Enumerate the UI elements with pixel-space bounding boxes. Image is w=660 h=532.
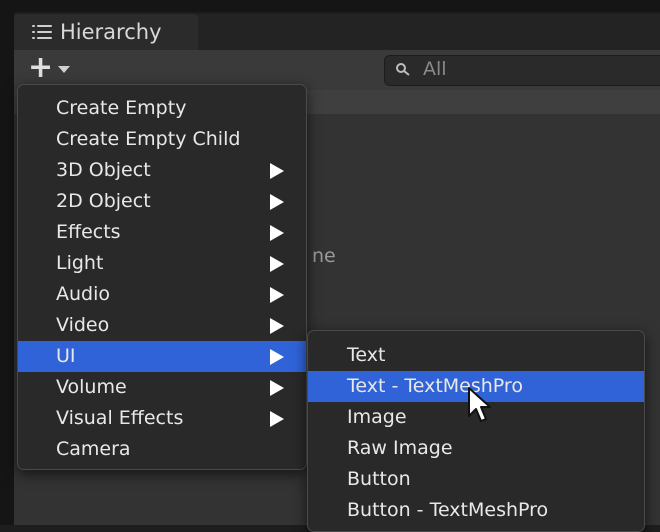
menu-item-2d-object[interactable]: 2D Object — [18, 186, 306, 217]
menu-item-label: Video — [56, 314, 110, 336]
triangle-right-icon — [270, 287, 284, 303]
hierarchy-tab[interactable]: Hierarchy — [14, 14, 198, 50]
caret-down-icon[interactable] — [58, 66, 70, 73]
search-placeholder: All — [423, 58, 447, 80]
menu-item-label: Audio — [56, 283, 111, 305]
submenu-item-button-textmeshpro[interactable]: Button - TextMeshPro — [308, 495, 644, 526]
menu-item-label: 2D Object — [56, 190, 151, 212]
menu-item-camera[interactable]: Camera — [18, 434, 306, 465]
left-gutter — [0, 12, 14, 525]
ui-submenu: Text Text - TextMeshPro Image Raw Image … — [307, 330, 645, 532]
menu-item-label: 3D Object — [56, 159, 151, 181]
submenu-item-label: Button - TextMeshPro — [347, 499, 549, 521]
menu-item-video[interactable]: Video — [18, 310, 306, 341]
triangle-right-icon — [270, 225, 284, 241]
submenu-item-label: Image — [347, 406, 407, 428]
menu-item-audio[interactable]: Audio — [18, 279, 306, 310]
create-menu: Create Empty Create Empty Child 3D Objec… — [17, 84, 307, 470]
menu-item-label: Camera — [56, 438, 131, 460]
menu-item-ui[interactable]: UI — [18, 341, 306, 372]
background-text: ne — [312, 245, 336, 267]
search-input[interactable]: All — [384, 55, 660, 86]
menu-item-volume[interactable]: Volume — [18, 372, 306, 403]
menu-item-3d-object[interactable]: 3D Object — [18, 155, 306, 186]
menu-item-label: Light — [56, 252, 104, 274]
menu-item-label: UI — [56, 345, 76, 367]
mouse-cursor-icon — [468, 387, 491, 422]
menu-item-label: Volume — [56, 376, 127, 398]
submenu-item-label: Text — [347, 344, 386, 366]
menu-item-visual-effects[interactable]: Visual Effects — [18, 403, 306, 434]
plus-icon[interactable]: + — [28, 53, 53, 83]
menu-item-effects[interactable]: Effects — [18, 217, 306, 248]
menu-item-create-empty[interactable]: Create Empty — [18, 93, 306, 124]
triangle-right-icon — [270, 163, 284, 179]
tab-bar-empty — [198, 14, 660, 50]
triangle-right-icon — [270, 411, 284, 427]
menu-item-create-empty-child[interactable]: Create Empty Child — [18, 124, 306, 155]
submenu-item-button[interactable]: Button — [308, 464, 644, 495]
search-icon — [396, 63, 410, 76]
tab-title: Hierarchy — [60, 20, 162, 44]
menu-item-label: Create Empty — [56, 97, 187, 119]
triangle-right-icon — [270, 318, 284, 334]
triangle-right-icon — [270, 380, 284, 396]
submenu-item-raw-image[interactable]: Raw Image — [308, 433, 644, 464]
window-top-strip — [0, 0, 660, 12]
submenu-item-label: Text - TextMeshPro — [347, 375, 523, 397]
list-icon — [32, 24, 52, 40]
triangle-right-icon — [270, 194, 284, 210]
triangle-right-icon — [270, 349, 284, 365]
menu-item-light[interactable]: Light — [18, 248, 306, 279]
menu-item-label: Create Empty Child — [56, 128, 241, 150]
menu-item-label: Effects — [56, 221, 121, 243]
triangle-right-icon — [270, 256, 284, 272]
submenu-item-text[interactable]: Text — [308, 340, 644, 371]
menu-item-label: Visual Effects — [56, 407, 184, 429]
submenu-item-label: Raw Image — [347, 437, 453, 459]
submenu-item-label: Button — [347, 468, 411, 490]
